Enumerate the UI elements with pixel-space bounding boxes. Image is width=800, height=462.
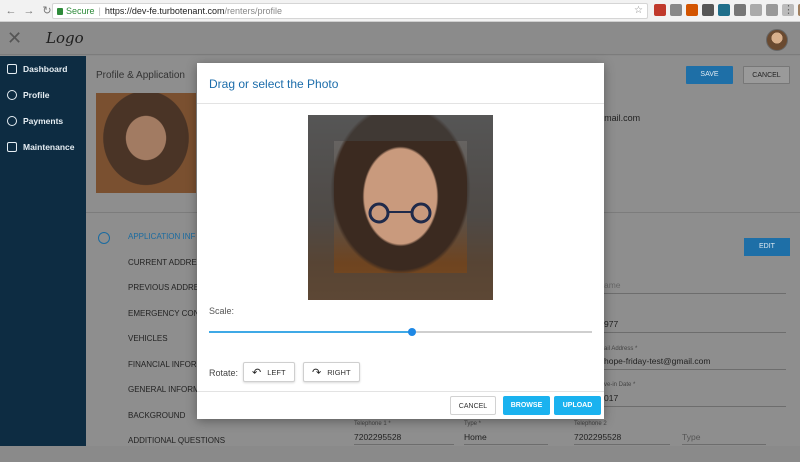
url-separator: | — [98, 6, 101, 16]
browser-toolbar: ← → ↻ Secure | https://dev-fe.turbotenan… — [0, 0, 800, 22]
type2-select[interactable]: Type — [682, 432, 700, 442]
rotate-right-icon: ↷ — [312, 366, 322, 379]
telephone2-label: Telephone 2 — [574, 421, 607, 427]
user-icon — [7, 90, 17, 100]
rotate-right-button[interactable]: ↷ RIGHT — [303, 362, 360, 382]
extensions-bar — [654, 4, 800, 16]
extension-icon[interactable] — [702, 4, 714, 16]
extension-icon[interactable] — [750, 4, 762, 16]
sidebar-item-maintenance[interactable]: Maintenance — [0, 134, 86, 160]
sidebar: Dashboard Profile Payments Maintenance — [0, 56, 86, 446]
crop-mask — [308, 115, 493, 141]
divider — [197, 391, 604, 392]
secure-label: Secure — [66, 6, 95, 16]
field-underline — [586, 369, 786, 370]
photo-crop-area[interactable] — [308, 115, 493, 300]
email-field[interactable]: hope-friday-test@gmail.com — [604, 356, 710, 366]
scale-label: Scale: — [209, 306, 235, 316]
crop-mask — [467, 141, 493, 273]
date-field[interactable]: 017 — [604, 393, 618, 403]
field-underline — [586, 406, 786, 407]
email-label: ail Address * — [604, 346, 638, 352]
address-bar[interactable]: Secure | https://dev-fe.turbotenant.com … — [52, 3, 648, 19]
cast-icon[interactable] — [670, 4, 682, 16]
url-path: /renters/profile — [224, 6, 282, 16]
sidebar-item-dashboard[interactable]: Dashboard — [0, 56, 86, 82]
lock-icon — [57, 7, 63, 15]
sidebar-item-label: Maintenance — [23, 142, 75, 152]
application-nav-item[interactable]: ADDITIONAL QUESTIONS — [98, 436, 225, 462]
extension-icon[interactable] — [686, 4, 698, 16]
rotate-left-label: LEFT — [267, 367, 286, 377]
section-title: Profile & Application — [96, 70, 185, 81]
edit-button[interactable]: EDIT — [744, 238, 790, 256]
url-host: https://dev-fe.turbotenant.com — [104, 6, 225, 16]
forward-icon[interactable]: → — [22, 4, 36, 18]
app-header: ✕ Logo — [0, 23, 800, 55]
name-field[interactable]: ame — [604, 280, 621, 290]
extension-icon[interactable] — [718, 4, 730, 16]
rotate-right-label: RIGHT — [327, 367, 351, 377]
user-avatar[interactable] — [766, 29, 788, 51]
sidebar-item-label: Payments — [23, 116, 64, 126]
telephone1-label: Telephone 1 * — [354, 421, 391, 427]
glasses-graphic — [368, 202, 432, 224]
field-underline — [586, 332, 786, 333]
field-underline — [574, 444, 670, 445]
sidebar-item-profile[interactable]: Profile — [0, 82, 86, 108]
crop-mask — [308, 141, 334, 273]
dialog-title: Drag or select the Photo — [209, 77, 339, 91]
upload-button[interactable]: UPLOAD — [554, 396, 601, 415]
phone-field[interactable]: 977 — [604, 319, 618, 329]
slider-thumb[interactable] — [407, 328, 416, 336]
browser-menu-icon[interactable]: ⋮ — [783, 3, 794, 16]
telephone1-field[interactable]: 7202295528 — [354, 432, 401, 442]
date-label: ve-in Date * — [604, 382, 636, 388]
save-button[interactable]: SAVE — [686, 66, 733, 84]
logo[interactable]: Logo — [46, 29, 84, 47]
sidebar-item-label: Dashboard — [23, 64, 68, 74]
back-icon[interactable]: ← — [4, 4, 18, 18]
profile-photo — [96, 93, 196, 193]
field-underline — [464, 444, 548, 445]
photo-upload-dialog: Drag or select the Photo Scale: Rotate: … — [197, 63, 604, 419]
cancel-button[interactable]: CANCEL — [743, 66, 790, 84]
extension-icon[interactable] — [654, 4, 666, 16]
rotate-label: Rotate: — [209, 368, 239, 378]
crop-mask — [308, 273, 493, 300]
extension-icon[interactable] — [734, 4, 746, 16]
slider-fill — [209, 331, 412, 333]
field-underline — [354, 444, 454, 445]
close-menu-icon[interactable]: ✕ — [7, 29, 23, 47]
home-icon — [7, 64, 17, 74]
type1-select[interactable]: Home — [464, 432, 487, 442]
field-underline — [682, 444, 766, 445]
field-underline — [586, 293, 786, 294]
telephone2-field[interactable]: 7202295528 — [574, 432, 621, 442]
type1-label: Type * — [464, 421, 482, 427]
browse-button[interactable]: BROWSE — [503, 396, 550, 415]
extension-icon[interactable] — [766, 4, 778, 16]
sidebar-item-label: Profile — [23, 90, 50, 100]
scale-slider[interactable] — [209, 328, 592, 336]
bookmark-star-icon[interactable]: ☆ — [634, 5, 643, 16]
sidebar-item-payments[interactable]: Payments — [0, 108, 86, 134]
dollar-icon — [7, 116, 17, 126]
rotate-left-button[interactable]: ↶ LEFT — [243, 362, 295, 382]
divider — [197, 103, 604, 104]
dialog-cancel-button[interactable]: CANCEL — [450, 396, 496, 415]
radio-circle-icon — [98, 232, 110, 244]
rotate-left-icon: ↶ — [252, 366, 262, 379]
application-nav-label: APPLICATION INF — [128, 232, 196, 241]
wrench-icon — [7, 142, 17, 152]
